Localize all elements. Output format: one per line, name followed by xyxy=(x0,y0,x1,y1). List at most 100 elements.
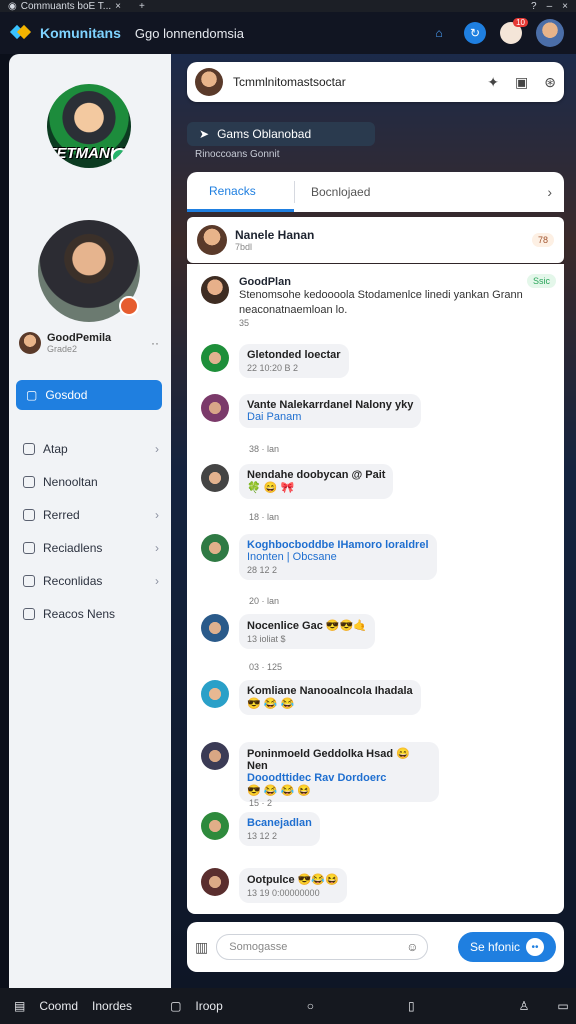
close-tab-icon[interactable]: × xyxy=(115,1,121,12)
pinned-post[interactable]: Nanele Hanan 7bdl 78 xyxy=(187,217,564,263)
nav-item[interactable]: Nenooltan xyxy=(23,465,159,498)
breadcrumb[interactable]: Ggo lonnendomsia xyxy=(135,26,244,41)
message-time: 18 · lan xyxy=(249,512,280,522)
nav-list: Atap › Nenooltan Rerred › Reciadlens › Reco… xyxy=(23,432,159,630)
browser-tabbar: ◉ Commuants boE T... × + ? – × xyxy=(0,0,576,12)
nav-label: Reconlidas xyxy=(43,573,103,588)
taskbar-label[interactable]: Coomd xyxy=(39,999,78,1013)
profile-row[interactable]: GoodPemila Grade2 ·· xyxy=(19,332,159,354)
home-icon[interactable]: ⌂ xyxy=(428,22,450,44)
chat-feed: GoodPlan Stenomsohe kedoooola Stodamenlc… xyxy=(187,264,564,914)
online-badge-icon xyxy=(111,148,129,166)
attach-icon[interactable]: ▥ xyxy=(195,939,208,956)
chat-message: Koghbocboddbe IHamoro loraldrel Inonten |… xyxy=(201,534,437,580)
more-icon[interactable]: ·· xyxy=(151,336,159,350)
message-avatar[interactable] xyxy=(201,868,229,896)
message-bubble[interactable]: Ootpulce 😎😂😆 13 19 0:00000000 xyxy=(239,868,347,903)
message-meta: 😎 😂 😂 😆 xyxy=(247,785,311,797)
nav-active-label: Gosdod xyxy=(45,388,88,402)
reaction-badge[interactable]: 78 xyxy=(531,233,554,247)
nav-item[interactable]: Reacos Nens xyxy=(23,597,159,630)
message-text: Dooodttidec Rav Dordoerc xyxy=(247,772,387,784)
nav-label: Reciadlens xyxy=(43,540,103,555)
settings-icon[interactable]: ⊛ xyxy=(544,74,556,91)
message-author: Nocenlice Gac 😎😎🤙 xyxy=(247,620,367,632)
message-avatar[interactable] xyxy=(201,464,229,492)
message-bubble[interactable]: Nocenlice Gac 😎😎🤙 13 ioliat $ xyxy=(239,614,375,649)
nav-item[interactable]: Reconlidas › xyxy=(23,564,159,597)
message-avatar[interactable] xyxy=(201,534,229,562)
message-time: 38 · lan xyxy=(249,444,280,454)
user-avatar[interactable] xyxy=(536,19,564,47)
message-bubble[interactable]: Poninmoeld Geddolka Hsad 😄 Nen Dooodttide… xyxy=(239,742,439,802)
profile-sub: Grade2 xyxy=(47,344,78,354)
message-author: Ootpulce 😎😂😆 xyxy=(247,874,339,886)
profile-mini-avatar xyxy=(19,332,41,354)
minimize-icon[interactable]: – xyxy=(547,1,553,12)
message-time: 20 · lan xyxy=(249,596,280,606)
message-meta: 13 ioliat $ xyxy=(247,634,286,644)
chat-icon[interactable]: ▭ xyxy=(557,999,568,1013)
message-avatar[interactable] xyxy=(201,680,229,708)
chevron-right-icon[interactable]: › xyxy=(547,184,552,200)
nav-item[interactable]: Reciadlens › xyxy=(23,531,159,564)
nav-item[interactable]: Atap › xyxy=(23,432,159,465)
chevron-right-icon: › xyxy=(155,507,159,522)
nav-item[interactable]: Rerred › xyxy=(23,498,159,531)
taskbar-label[interactable]: Inordes xyxy=(92,999,132,1013)
channel-title: Tcmmlnitomastsoctar xyxy=(233,75,346,89)
profile-name: GoodPemila xyxy=(47,332,112,344)
close-icon[interactable]: × xyxy=(562,1,568,12)
chat-message: Vante Nalekarrdanel Nalony yky Dai Panam xyxy=(201,394,422,428)
message-author: Vante Nalekarrdanel Nalony yky xyxy=(247,399,414,411)
message-bubble[interactable]: Bcanejadlan 13 12 2 xyxy=(239,812,320,846)
globe-icon: ◉ xyxy=(8,0,17,12)
game-pill-label: Gams Oblanobad xyxy=(217,127,312,141)
app-header: Komunitans Ggo lonnendomsia ⌂ ↻ 10 xyxy=(0,12,576,54)
chat-message: Ootpulce 😎😂😆 13 19 0:00000000 xyxy=(201,868,347,903)
new-tab-icon[interactable]: + xyxy=(139,1,145,12)
message-avatar[interactable] xyxy=(201,344,229,372)
message-bubble[interactable]: Gletonded loectar 22 10:20 B 2 xyxy=(239,344,349,378)
tab-active[interactable]: Renacks xyxy=(187,172,294,212)
message-avatar[interactable] xyxy=(201,394,229,422)
notifications-icon[interactable]: 10 xyxy=(500,18,528,44)
share-icon[interactable]: ▣ xyxy=(515,74,528,91)
channel-avatar[interactable] xyxy=(195,68,223,96)
brand-name[interactable]: Komunitans xyxy=(40,25,121,41)
home-circle-icon[interactable]: ○ xyxy=(307,999,314,1013)
status-badge: Ssic xyxy=(526,274,556,288)
message-time: 15 · 2 xyxy=(249,798,273,808)
nav-item-active[interactable]: ▢ Gosdod xyxy=(16,380,162,410)
send-button[interactable]: Se hfonic •• xyxy=(458,932,556,962)
message-bubble[interactable]: Koghbocboddbe IHamoro loraldrel Inonten |… xyxy=(239,534,437,580)
message-bubble[interactable]: Nendahe doobycan @ Pait 🍀 😄 🎀 xyxy=(239,464,394,499)
refresh-icon[interactable]: ↻ xyxy=(464,22,486,44)
window-icon[interactable]: ▢ xyxy=(170,999,181,1013)
taskbar-label[interactable]: Iroop xyxy=(195,999,222,1013)
tab-other[interactable]: Bocnlojaed xyxy=(295,185,370,199)
menu-icon[interactable]: ▤ xyxy=(14,999,25,1013)
chevron-right-icon: › xyxy=(155,573,159,588)
message-meta: 13 19 0:00000000 xyxy=(247,888,320,898)
message-bubble[interactable]: Vante Nalekarrdanel Nalony yky Dai Panam xyxy=(239,394,422,428)
game-subtitle: Rinoccoans Gonnit xyxy=(195,149,280,160)
message-input[interactable]: Somogasse xyxy=(216,934,429,960)
message-author: Koghbocboddbe IHamoro loraldrel xyxy=(247,539,429,551)
files-icon[interactable]: ▯ xyxy=(408,999,415,1013)
game-pill[interactable]: ➤ Gams Oblanobad xyxy=(187,122,375,146)
pin-icon[interactable]: ✦ xyxy=(487,74,499,91)
message-avatar[interactable] xyxy=(201,742,229,770)
community-avatar[interactable]: TETMANUS xyxy=(47,84,131,168)
message-avatar[interactable] xyxy=(201,614,229,642)
browser-tab[interactable]: ◉ Commuants boE T... × xyxy=(8,1,121,12)
user-icon[interactable]: ♙ xyxy=(519,999,530,1013)
message-avatar[interactable] xyxy=(201,812,229,840)
help-icon[interactable]: ? xyxy=(531,1,537,12)
pinned-sub: 7bdl xyxy=(235,242,253,252)
message-bubble[interactable]: Komliane Nanooalncola Ihadala 😎 😂 😂 xyxy=(239,680,421,715)
message-author: Nendahe doobycan @ Pait xyxy=(247,469,386,481)
message-avatar[interactable] xyxy=(201,276,229,304)
nav-label: Atap xyxy=(43,441,68,456)
chat-message: GoodPlan Stenomsohe kedoooola Stodamenlc… xyxy=(201,276,529,328)
